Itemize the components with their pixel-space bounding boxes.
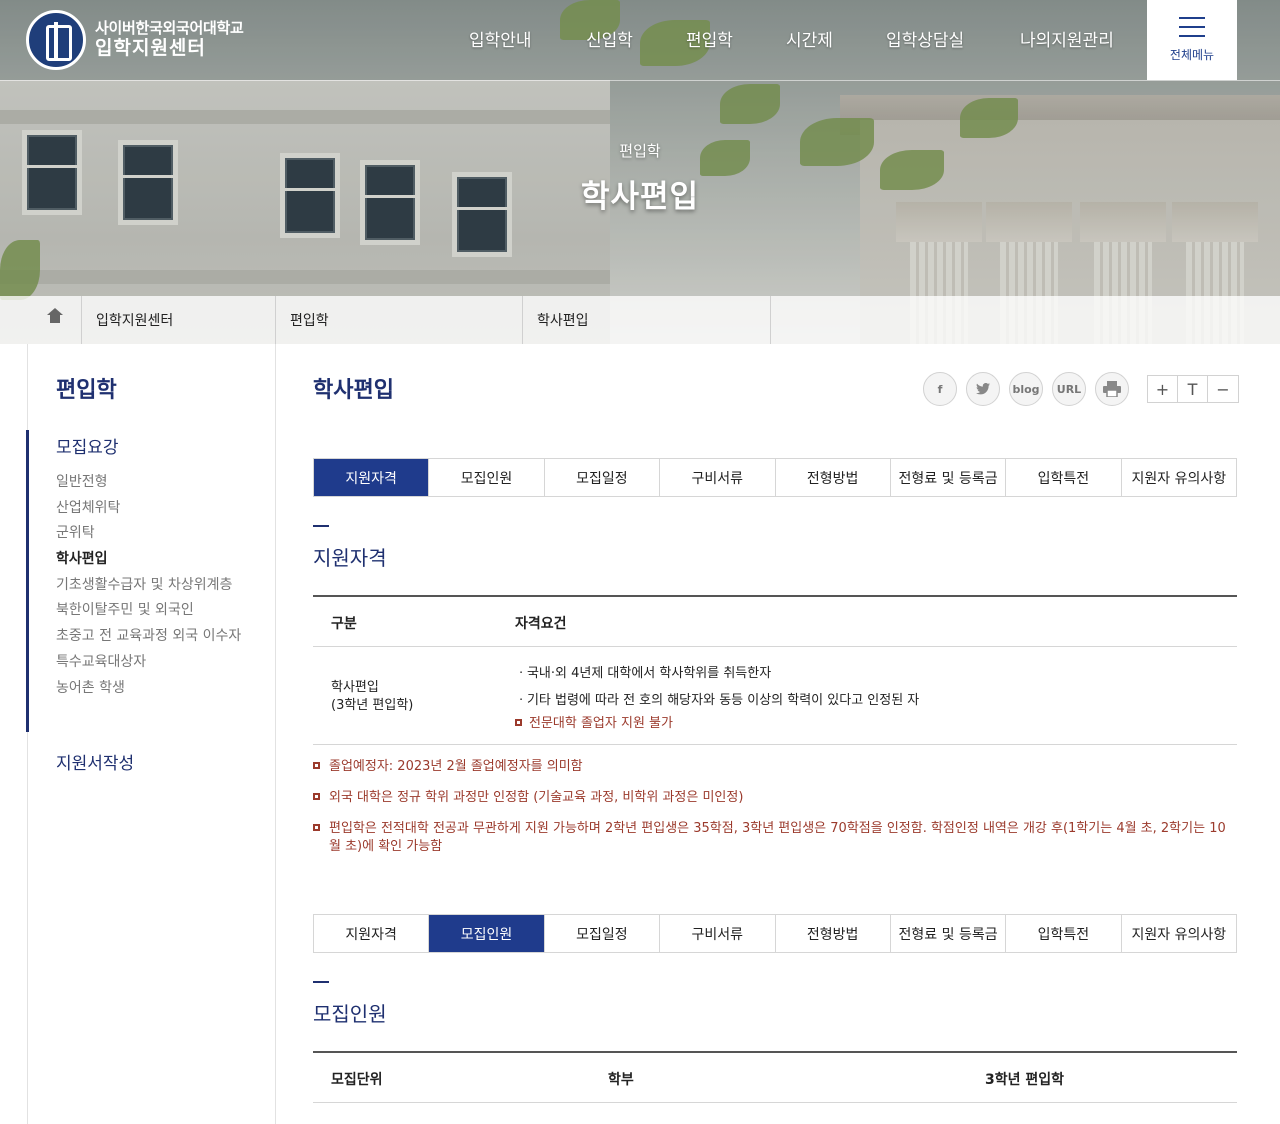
home-icon [46, 308, 63, 326]
section-dash [313, 981, 329, 983]
tab-documents[interactable]: 구비서류 [660, 459, 776, 496]
column-header-division: 학부 [608, 1072, 634, 1088]
content-tabs-2: 지원자격 모집인원 모집일정 구비서류 전형방법 전형료 및 등록금 입학특전 … [313, 914, 1237, 953]
home-button[interactable] [28, 296, 82, 344]
font-increase-button[interactable]: + [1148, 376, 1178, 402]
note-text: 외국 대학은 정규 학위 과정만 인정함 (기술교육 과정, 비학위 과정은 미… [329, 790, 744, 805]
sidebar-active-indicator [26, 430, 29, 732]
nav-part-time[interactable]: 시간제 [786, 26, 833, 51]
tab-schedule[interactable]: 모집일정 [544, 459, 661, 496]
note-item: 졸업예정자: 2023년 2월 졸업예정자를 의미함 [313, 758, 583, 776]
university-emblem-icon [26, 10, 86, 70]
sidebar-item-industry[interactable]: 산업체위탁 [56, 500, 256, 516]
tab-notes[interactable]: 지원자 유의사항 [1121, 459, 1236, 496]
tab-eligibility[interactable]: 지원자격 [314, 459, 430, 496]
column-header-unit: 모집단위 [331, 1072, 383, 1088]
row-label: 학사편입 (3학년 편입학) [331, 679, 413, 714]
font-reset-button[interactable]: T [1178, 376, 1208, 402]
site-logo[interactable]: 사이버한국외국어대학교 입학지원센터 [26, 10, 244, 70]
requirement-warning-text: 전문대학 졸업자 지원 불가 [529, 716, 673, 731]
tab-quota[interactable]: 모집인원 [429, 459, 545, 496]
tab-documents[interactable]: 구비서류 [660, 915, 776, 952]
logo-text: 사이버한국외국어대학교 입학지원센터 [95, 20, 244, 59]
all-menu-button[interactable]: 전체메뉴 [1147, 0, 1237, 80]
hamburger-icon [1179, 17, 1205, 37]
sidebar-title: 편입학 [56, 378, 117, 403]
sidebar-item-overseas-education[interactable]: 초중고 전 교육과정 외국 이수자 [56, 629, 256, 644]
requirement-item: ㆍ국내·외 4년제 대학에서 학사학위를 취득한자 [515, 666, 772, 681]
tab-fees[interactable]: 전형료 및 등록금 [890, 915, 1007, 952]
facebook-icon[interactable]: f [923, 372, 957, 406]
requirement-warning: 전문대학 졸업자 지원 불가 [515, 712, 673, 731]
table-row: 학사편입 (3학년 편입학) ㆍ국내·외 4년제 대학에서 학사학위를 취득한자… [313, 647, 1237, 745]
section-title-eligibility: 지원자격 [313, 546, 387, 570]
square-bullet-icon [515, 719, 522, 726]
tab-benefits[interactable]: 입학특전 [1006, 459, 1122, 496]
eligibility-table: 구분 자격요건 학사편입 (3학년 편입학) ㆍ국내·외 4년제 대학에서 학사… [313, 595, 1237, 745]
sidebar-item-bachelor-transfer[interactable]: 학사편입 [56, 552, 256, 567]
nav-my-application[interactable]: 나의지원관리 [1020, 26, 1114, 51]
square-bullet-icon [313, 824, 320, 831]
blog-icon[interactable]: blog [1009, 372, 1043, 406]
hero-titles: 편입학 학사편입 [0, 140, 1280, 216]
tab-eligibility[interactable]: 지원자격 [314, 915, 430, 952]
sidebar-item-general[interactable]: 일반전형 [56, 475, 256, 490]
breadcrumb: 입학지원센터 편입학 학사편입 [0, 296, 1280, 344]
square-bullet-icon [313, 793, 320, 800]
sidebar-item-military[interactable]: 군위탁 [56, 526, 256, 541]
nav-freshman[interactable]: 신입학 [586, 26, 633, 51]
tab-notes[interactable]: 지원자 유의사항 [1121, 915, 1236, 952]
logo-university-name: 사이버한국외국어대학교 [95, 19, 244, 38]
tab-quota[interactable]: 모집인원 [429, 915, 545, 952]
font-size-controls: + T − [1147, 375, 1239, 403]
note-item: 외국 대학은 정규 학위 과정만 인정함 (기술교육 과정, 비학위 과정은 미… [313, 789, 743, 807]
header-divider [0, 80, 1280, 81]
section-dash [313, 525, 329, 527]
column-header-category: 구분 [331, 616, 357, 632]
requirement-item: ㆍ기타 법령에 따라 전 호의 해당자와 동등 이상의 학력이 있다고 인정된 … [515, 693, 920, 708]
row-label-line2: (3학년 편입학) [331, 697, 414, 713]
tab-schedule[interactable]: 모집일정 [544, 915, 661, 952]
note-item: 편입학은 전적대학 전공과 무관하게 지원 가능하며 2학년 편입생은 35학점… [313, 820, 1237, 856]
column-header-requirements: 자격요건 [515, 616, 567, 632]
sidebar-submenu: 일반전형 산업체위탁 군위탁 학사편입 기초생활수급자 및 차상위계층 북한이탈… [56, 475, 256, 706]
sidebar-item-low-income[interactable]: 기초생활수급자 및 차상위계층 [56, 578, 256, 593]
sidebar-item-rural[interactable]: 농어촌 학생 [56, 680, 256, 696]
row-label-line1: 학사편입 [331, 680, 379, 695]
note-text: 편입학은 전적대학 전공과 무관하게 지원 가능하며 2학년 편입생은 35학점… [329, 821, 1226, 855]
page-title: 학사편입 [313, 378, 394, 403]
sidebar-item-defector-foreigner[interactable]: 북한이탈주민 및 외국인 [56, 603, 256, 618]
quota-table: 모집단위 학부 3학년 편입학 [313, 1051, 1237, 1103]
table-header-row: 구분 자격요건 [313, 597, 1237, 647]
nav-admission-info[interactable]: 입학안내 [469, 26, 532, 51]
breadcrumb-item[interactable]: 편입학 [276, 296, 523, 344]
content-tabs: 지원자격 모집인원 모집일정 구비서류 전형방법 전형료 및 등록금 입학특전 … [313, 458, 1237, 497]
twitter-icon[interactable] [966, 372, 1000, 406]
sidebar-group-recruitment[interactable]: 모집요강 [56, 433, 119, 458]
sidebar-group-application[interactable]: 지원서작성 [56, 749, 134, 774]
sidebar: 편입학 모집요강 일반전형 산업체위탁 군위탁 학사편입 기초생활수급자 및 차… [0, 344, 276, 1124]
print-icon[interactable] [1095, 372, 1129, 406]
sidebar-item-special-education[interactable]: 특수교육대상자 [56, 655, 256, 670]
nav-transfer[interactable]: 편입학 [686, 26, 733, 51]
logo-center-name: 입학지원센터 [95, 36, 206, 59]
tab-selection[interactable]: 전형방법 [775, 459, 891, 496]
tab-selection[interactable]: 전형방법 [775, 915, 891, 952]
share-buttons: f blog URL [923, 372, 1138, 406]
hero-title: 학사편입 [580, 179, 700, 215]
square-bullet-icon [313, 762, 320, 769]
tab-fees[interactable]: 전형료 및 등록금 [890, 459, 1007, 496]
nav-consulting[interactable]: 입학상담실 [886, 26, 964, 51]
tab-benefits[interactable]: 입학특전 [1006, 915, 1122, 952]
font-decrease-button[interactable]: − [1208, 376, 1238, 402]
note-text: 졸업예정자: 2023년 2월 졸업예정자를 의미함 [329, 759, 583, 774]
all-menu-label: 전체메뉴 [1169, 48, 1215, 62]
hero-subtitle: 편입학 [619, 142, 661, 160]
table-header-row: 모집단위 학부 3학년 편입학 [313, 1053, 1237, 1103]
breadcrumb-item[interactable]: 입학지원센터 [82, 296, 276, 344]
breadcrumb-item[interactable]: 학사편입 [523, 296, 771, 344]
url-copy-icon[interactable]: URL [1052, 372, 1086, 406]
column-header-third-year: 3학년 편입학 [985, 1072, 1065, 1088]
section-title-quota: 모집인원 [313, 1002, 387, 1026]
